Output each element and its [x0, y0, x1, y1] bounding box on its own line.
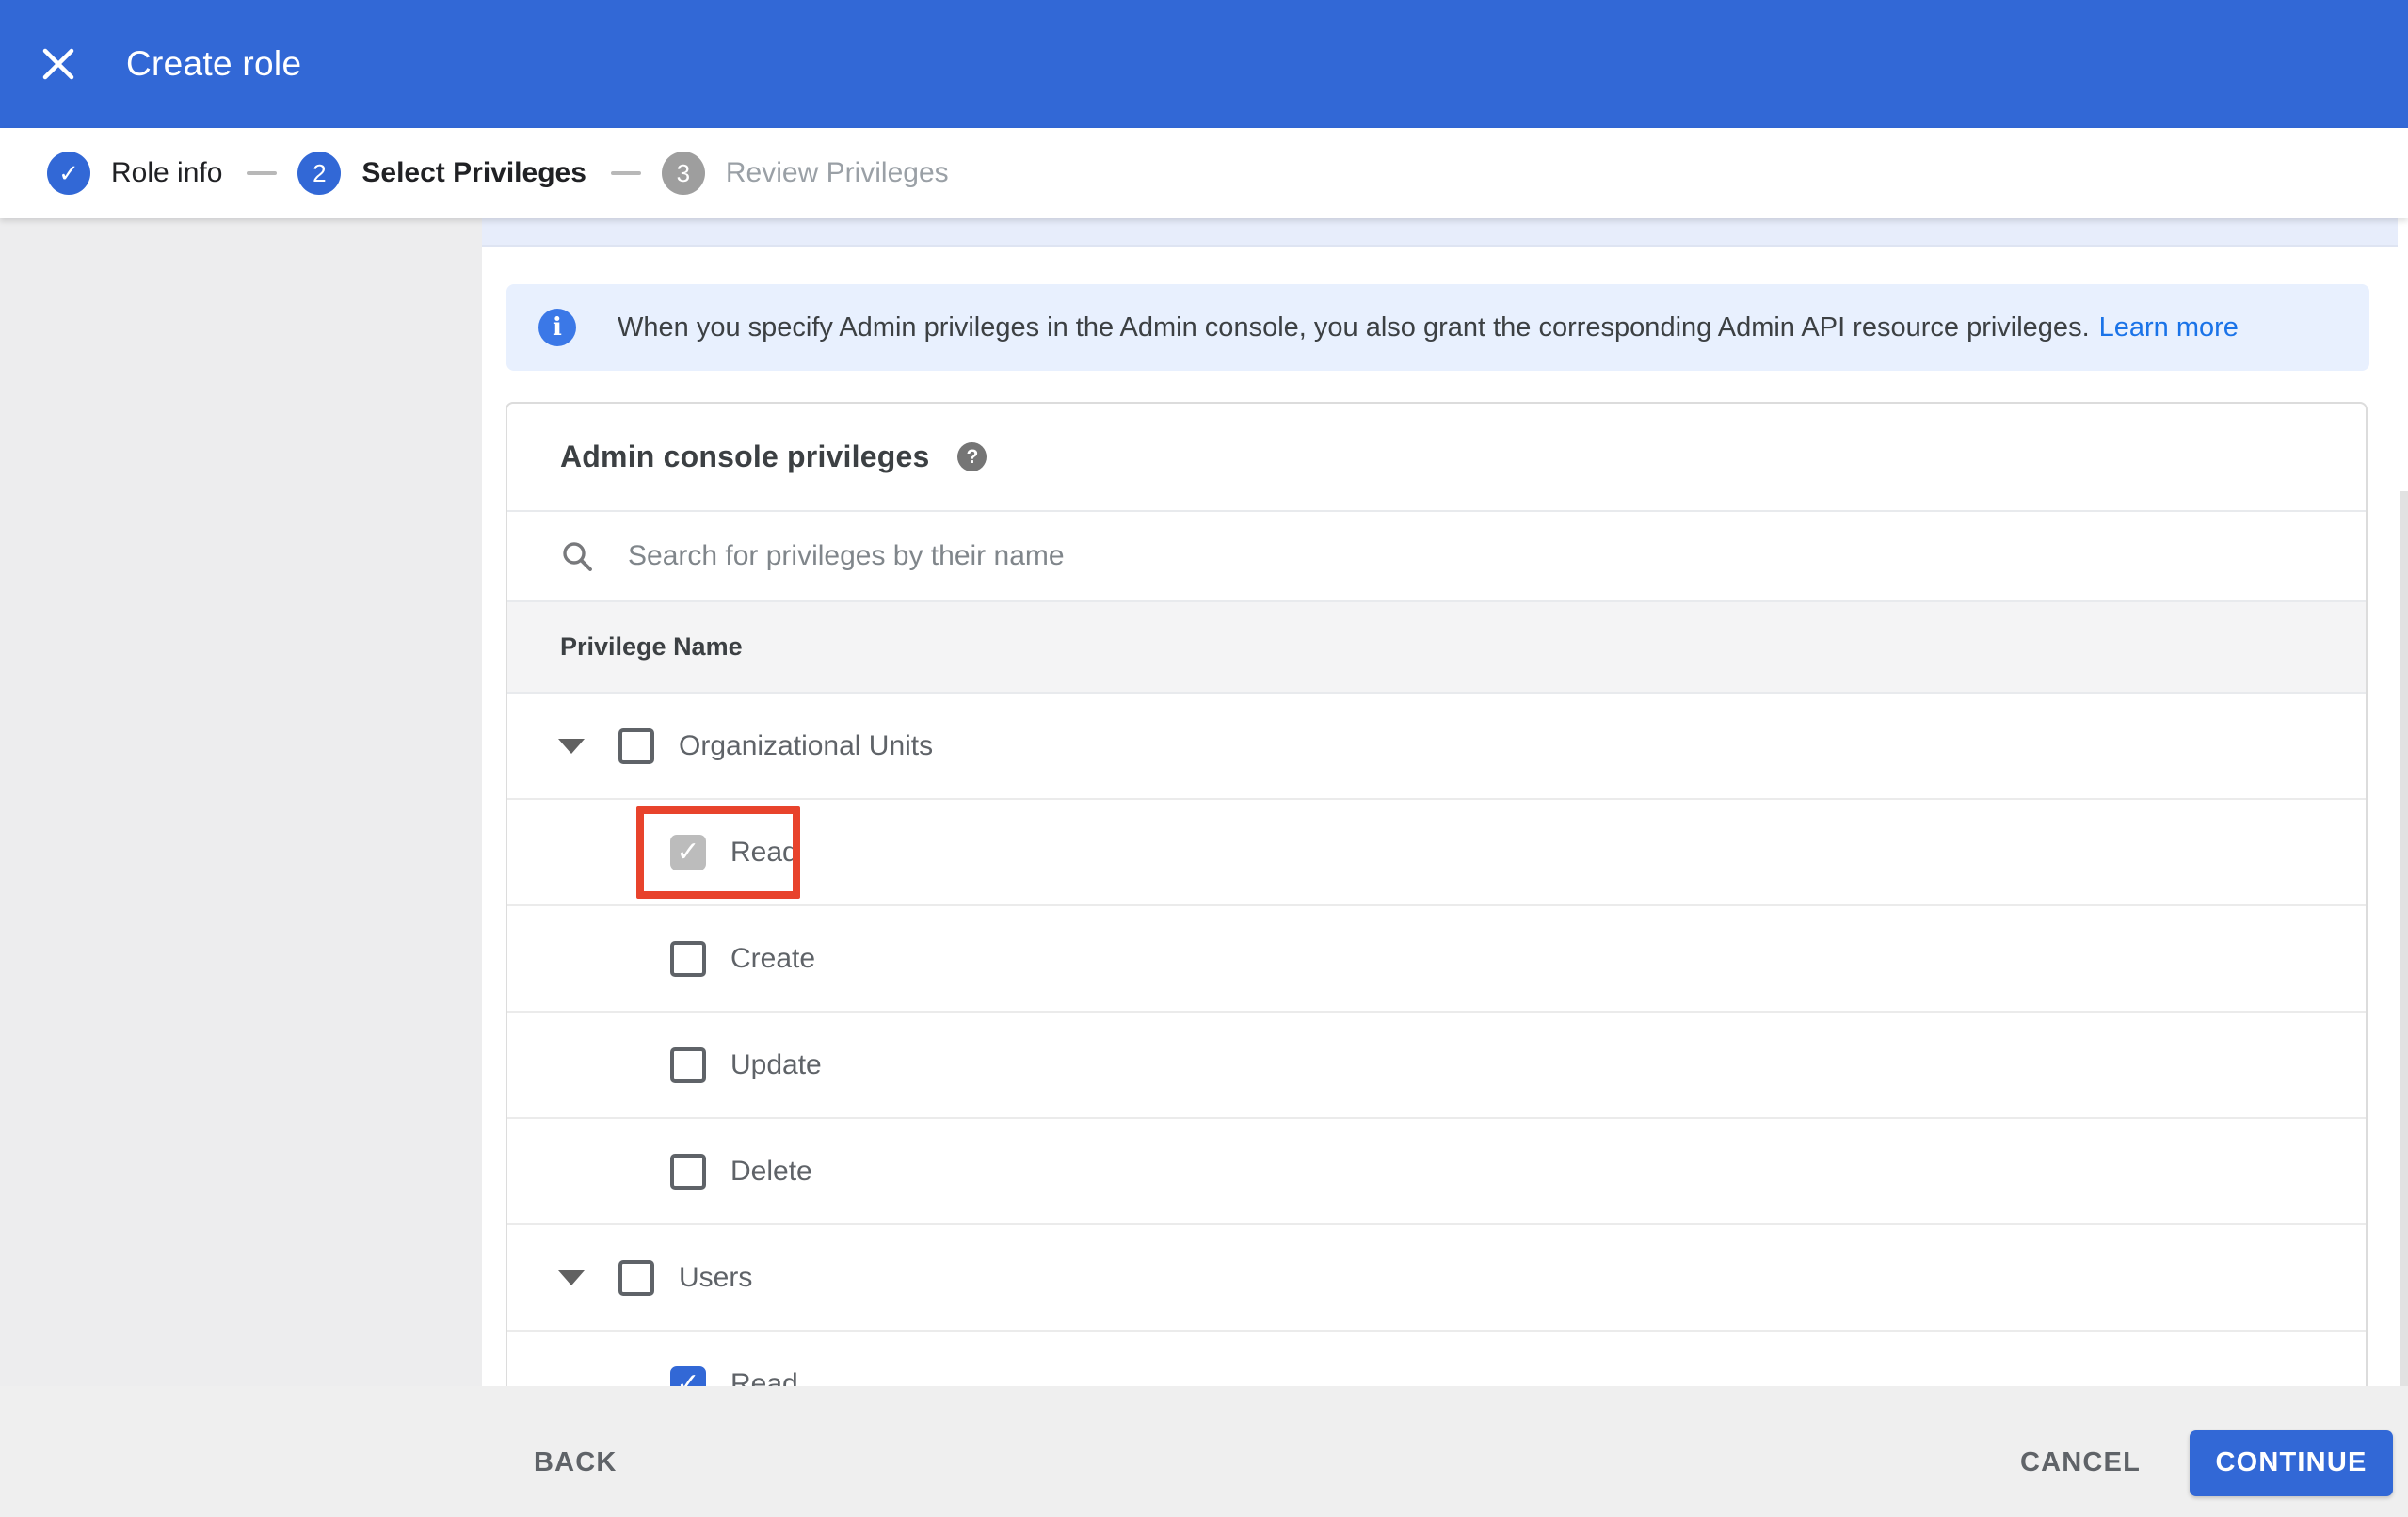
privilege-checkbox: ✓: [670, 834, 706, 870]
step-label: Select Privileges: [361, 157, 586, 188]
step-number: 3: [661, 152, 705, 195]
close-icon: [42, 48, 74, 80]
close-button[interactable]: [23, 28, 94, 100]
privilege-label: Create: [730, 942, 816, 974]
back-button[interactable]: BACK: [534, 1447, 618, 1478]
learn-more-link[interactable]: Learn more: [2099, 312, 2239, 343]
card-title: Admin console privileges: [560, 439, 930, 473]
search-icon: [563, 542, 592, 571]
privilege-search-row: [507, 510, 2366, 600]
privilege-table: Organizational Units ✓ Read Create Update Del…: [507, 694, 2366, 1386]
column-header-privilege-name: Privilege Name: [560, 632, 743, 661]
privilege-label: Read: [730, 1367, 798, 1387]
privilege-row-read: ✓ Read: [507, 800, 2366, 906]
step-select-privileges[interactable]: 2 Select Privileges: [297, 152, 586, 195]
privilege-checkbox[interactable]: ✓: [670, 1365, 706, 1386]
step-check-icon: ✓: [47, 152, 90, 195]
step-number: 2: [297, 152, 342, 195]
privilege-label: Users: [679, 1261, 753, 1293]
privilege-label: Read: [730, 836, 798, 868]
expand-caret-icon[interactable]: [558, 738, 585, 754]
privilege-row-organizational-units: Organizational Units: [507, 694, 2366, 800]
appbar: Create role: [0, 0, 2408, 128]
privilege-label: Delete: [730, 1155, 812, 1187]
step-label: Review Privileges: [725, 157, 949, 188]
step-connector: [247, 171, 278, 175]
left-rail: [0, 218, 482, 1517]
table-header: Privilege Name: [507, 600, 2366, 694]
expand-caret-icon[interactable]: [558, 1269, 585, 1285]
privilege-checkbox[interactable]: [670, 1046, 706, 1083]
search-input[interactable]: [628, 540, 2040, 572]
step-label: Role info: [111, 157, 223, 188]
scrolled-content-strip: [482, 218, 2398, 247]
privilege-row-delete: Delete: [507, 1119, 2366, 1225]
info-icon: i: [538, 309, 576, 346]
privilege-label: Organizational Units: [679, 729, 934, 761]
banner-text: When you specify Admin privileges in the…: [618, 311, 2090, 343]
step-role-info[interactable]: ✓ Role info: [47, 152, 222, 195]
step-connector: [610, 171, 641, 175]
step-review-privileges[interactable]: 3 Review Privileges: [661, 152, 949, 195]
privilege-checkbox[interactable]: [670, 940, 706, 977]
stepper: ✓ Role info 2 Select Privileges 3 Review Priv…: [0, 128, 2408, 218]
help-icon[interactable]: ?: [957, 442, 987, 471]
continue-button[interactable]: CONTINUE: [2190, 1429, 2393, 1496]
privilege-row-update: Update: [507, 1013, 2366, 1119]
page-title: Create role: [126, 44, 302, 83]
footer-bar: BACK CANCEL CONTINUE: [0, 1386, 2408, 1517]
privilege-row-users: Users: [507, 1225, 2366, 1332]
privilege-checkbox[interactable]: [618, 1259, 654, 1296]
vertical-scrollbar[interactable]: [2400, 491, 2408, 1386]
main-content: i When you specify Admin privileges in t…: [482, 218, 2408, 1386]
privilege-checkbox[interactable]: [670, 1153, 706, 1190]
cancel-button[interactable]: CANCEL: [2020, 1447, 2141, 1478]
privilege-checkbox[interactable]: [618, 727, 654, 764]
privilege-row-read: ✓ Read: [507, 1332, 2366, 1386]
privilege-row-create: Create: [507, 906, 2366, 1013]
info-banner: i When you specify Admin privileges in t…: [506, 284, 2369, 371]
privilege-label: Update: [730, 1048, 822, 1080]
admin-privileges-card: Admin console privileges ? Privilege Nam…: [506, 402, 2368, 1386]
